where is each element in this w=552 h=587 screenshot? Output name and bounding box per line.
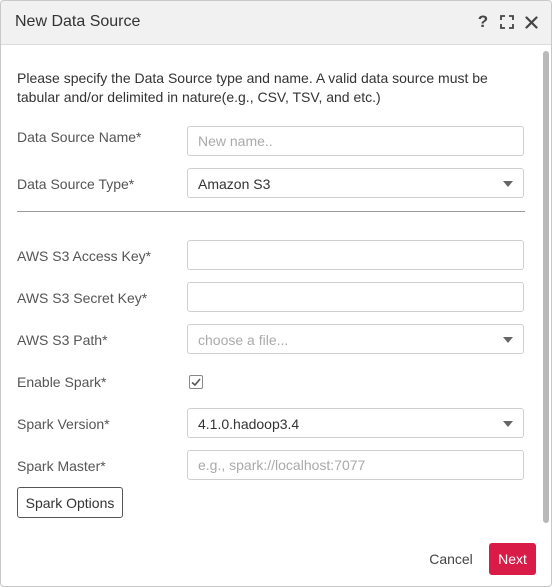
cancel-button[interactable]: Cancel xyxy=(421,543,481,575)
chevron-down-icon xyxy=(503,421,513,427)
aws-path-select[interactable]: choose a file... xyxy=(187,324,524,354)
aws-access-key-field[interactable] xyxy=(187,240,524,270)
aws-secret-key-label: AWS S3 Secret Key* xyxy=(17,290,148,306)
data-source-name-label: Data Source Name* xyxy=(17,129,142,145)
aws-access-key-label: AWS S3 Access Key* xyxy=(17,248,152,264)
dialog-title: New Data Source xyxy=(15,13,141,30)
checkmark-icon xyxy=(191,378,201,387)
aws-secret-key-field[interactable] xyxy=(187,282,524,312)
aws-path-label: AWS S3 Path* xyxy=(17,332,108,348)
vertical-scrollbar[interactable] xyxy=(543,51,549,523)
help-icon[interactable]: ? xyxy=(475,12,491,31)
data-source-type-select[interactable]: Amazon S3 xyxy=(187,168,524,198)
next-button[interactable]: Next xyxy=(489,543,536,575)
section-divider xyxy=(17,211,525,212)
close-icon[interactable] xyxy=(523,13,539,31)
description-text: Please specify the Data Source type and … xyxy=(17,70,488,105)
aws-secret-key-input[interactable] xyxy=(188,283,523,311)
spark-version-label: Spark Version* xyxy=(17,416,110,432)
enable-spark-checkbox[interactable] xyxy=(189,375,203,389)
spark-master-input[interactable] xyxy=(188,451,523,479)
spark-options-button[interactable]: Spark Options xyxy=(17,487,123,518)
maximize-icon[interactable] xyxy=(499,13,515,31)
aws-path-placeholder: choose a file... xyxy=(198,332,289,348)
chevron-down-icon xyxy=(503,181,513,187)
spark-version-value: 4.1.0.hadoop3.4 xyxy=(198,416,300,432)
enable-spark-label: Enable Spark* xyxy=(17,374,107,390)
aws-access-key-input[interactable] xyxy=(188,241,523,269)
spark-master-field[interactable] xyxy=(187,450,524,480)
data-source-name-field[interactable] xyxy=(187,126,524,156)
data-source-type-value: Amazon S3 xyxy=(198,176,271,192)
chevron-down-icon xyxy=(503,337,513,343)
spark-master-label: Spark Master* xyxy=(17,458,106,474)
data-source-name-input[interactable] xyxy=(188,127,523,155)
data-source-type-label: Data Source Type* xyxy=(17,176,135,192)
spark-version-select[interactable]: 4.1.0.hadoop3.4 xyxy=(187,408,524,438)
dialog-body: Please specify the Data Source type and … xyxy=(1,45,541,586)
titlebar-icons: ? xyxy=(475,12,539,31)
new-data-source-dialog: New Data Source ? Please specify the Dat… xyxy=(0,0,552,587)
dialog-titlebar: New Data Source ? xyxy=(1,1,551,45)
